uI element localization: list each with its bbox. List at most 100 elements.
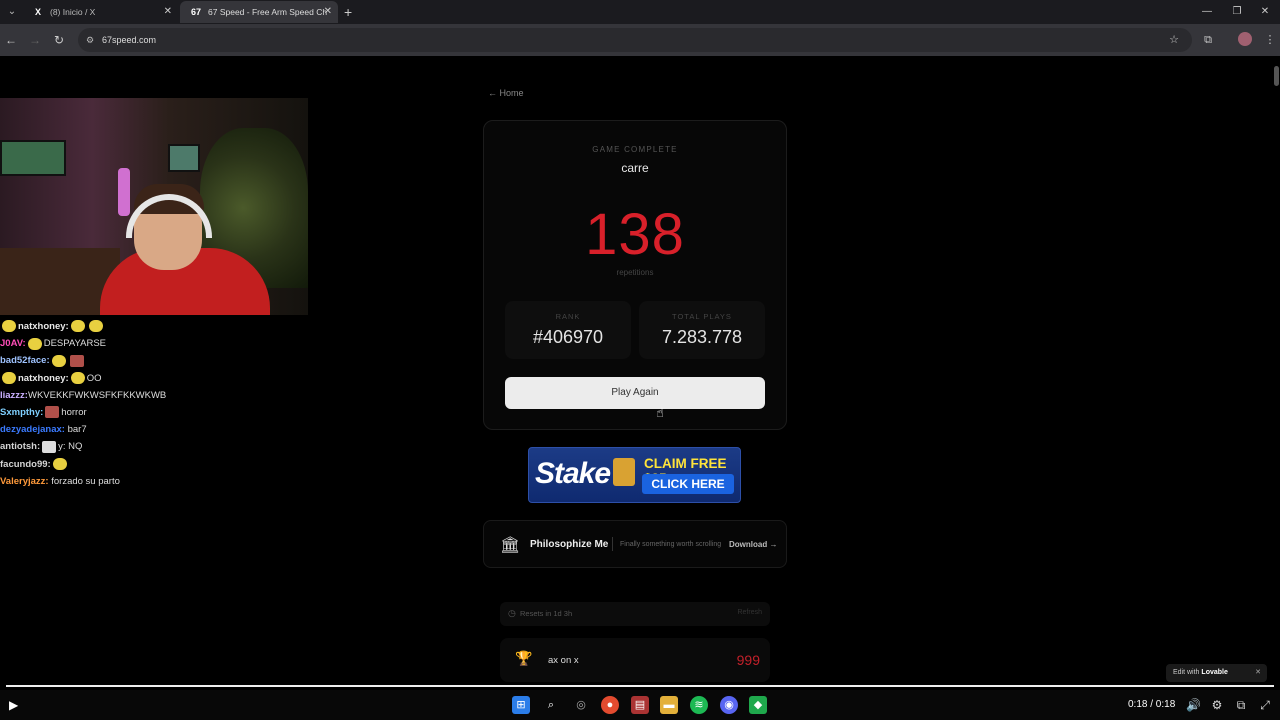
67speed-favicon-icon: 67: [190, 7, 201, 17]
chat-user: dezyadejanax:: [0, 424, 65, 436]
total-plays-value: 7.283.778: [661, 327, 743, 347]
philosophize-promo[interactable]: 🏛 Philosophize Me Finally something wort…: [483, 520, 787, 568]
total-plays-stat: TOTAL PLAYS 7.283.778: [639, 301, 765, 359]
miniplayer-icon[interactable]: ⧉: [1234, 698, 1248, 712]
minimize-icon[interactable]: —: [1192, 0, 1222, 24]
app-icon[interactable]: ◆: [749, 696, 767, 714]
play-icon[interactable]: ▶: [9, 698, 18, 712]
chat-line: bad52face:: [0, 352, 320, 369]
new-tab-icon[interactable]: +: [344, 1, 352, 23]
emote-icon: [51, 354, 66, 367]
tab-x-home[interactable]: X (8) Inicio / X ✕: [22, 1, 178, 23]
tab-67speed[interactable]: 67 67 Speed - Free Arm Speed Ch ✕: [180, 1, 338, 23]
score-value: 138: [585, 202, 685, 267]
page-viewport: natxhoney: J0AV: DESPAYARSE bad52face: na…: [0, 56, 1280, 688]
bookmark-star-icon[interactable]: ☆: [1166, 32, 1182, 48]
trophy-icon: 🏆: [515, 650, 533, 666]
leaderboard-score: 999: [736, 652, 760, 668]
fullscreen-icon[interactable]: ⤢: [1258, 698, 1272, 712]
url-field[interactable]: ⚙ 67speed.com: [78, 28, 1192, 52]
emote-icon: [2, 320, 16, 333]
edit-with-lovable-badge[interactable]: Edit with Lovable ✕: [1166, 664, 1267, 682]
score-unit: repetitions: [616, 268, 654, 277]
chat-line: liazzz:WKVEKKFWKWSFKFKKWKWB: [0, 387, 320, 404]
windows-start-icon[interactable]: ⊞: [512, 696, 530, 714]
webcam-tv-right: [168, 144, 200, 172]
leaderboard-player-name: ax on x: [548, 655, 579, 666]
x-logo-icon: X: [34, 7, 41, 17]
emote-icon: [52, 457, 67, 470]
museum-icon: 🏛: [500, 537, 521, 554]
chat-message: OO: [86, 372, 102, 384]
app-icon[interactable]: ◎: [572, 696, 590, 714]
leaderboard-row: 🏆 ax on x 999: [500, 638, 770, 682]
browser-tab-bar: ⌄ X (8) Inicio / X ✕ 67 67 Speed - Free …: [0, 0, 1280, 24]
spotify-icon[interactable]: ≋: [690, 696, 708, 714]
emote-icon: [70, 320, 85, 333]
promo-download-link[interactable]: Download →: [729, 540, 777, 549]
page-scrollbar[interactable]: [1274, 66, 1279, 86]
chrome-icon[interactable]: ●: [601, 696, 619, 714]
folder-icon[interactable]: ▬: [660, 696, 678, 714]
home-back-link[interactable]: ← Home: [488, 88, 524, 98]
emote-icon: [42, 440, 57, 453]
emote-icon: [69, 354, 84, 367]
chat-message: WKVEKKFWKWSFKFKKWKWB: [27, 389, 167, 401]
site-info-icon[interactable]: ⚙: [86, 28, 94, 52]
forward-arrow-icon[interactable]: →: [27, 32, 43, 48]
emote-icon: [88, 320, 103, 333]
playback-time: 0:18 / 0:18: [1128, 699, 1176, 710]
profile-avatar[interactable]: [1238, 32, 1252, 46]
app-icon[interactable]: ▤: [631, 696, 649, 714]
chat-line: Valeryjazz: forzado su parto: [0, 473, 320, 490]
chat-message: DESPAYARSE: [43, 338, 107, 350]
play-again-button[interactable]: Play Again: [505, 377, 765, 409]
gift-icon: [613, 458, 635, 486]
search-icon[interactable]: ⌕: [542, 696, 560, 714]
tab-label: (8) Inicio / X: [50, 7, 96, 17]
close-window-icon[interactable]: ✕: [1250, 0, 1280, 24]
ad-click-here-button[interactable]: CLICK HERE: [642, 474, 734, 494]
close-tab-icon[interactable]: ✕: [164, 1, 172, 23]
chat-user: liazzz:: [0, 389, 28, 401]
hand-cursor-icon: ☝: [656, 405, 664, 420]
chat-user: J0AV:: [0, 338, 26, 350]
chat-line: J0AV: DESPAYARSE: [0, 335, 320, 352]
chat-user: Sxmpthy:: [0, 406, 44, 418]
clock-icon: ◷: [508, 608, 516, 618]
rank-stat: RANK #406970: [505, 301, 631, 359]
stake-logo: Stake: [535, 457, 611, 490]
discord-icon[interactable]: ◉: [720, 696, 738, 714]
chat-user: Valeryjazz:: [0, 475, 49, 487]
webcam-tv-left: [0, 140, 66, 176]
webcam-overlay: [0, 98, 308, 315]
volume-icon[interactable]: 🔊: [1186, 698, 1201, 712]
tab-search-chevron-icon[interactable]: ⌄: [4, 4, 20, 20]
chat-user: facundo99:: [0, 458, 51, 470]
chat-message: bar7: [67, 424, 87, 436]
chat-user: antiotsh:: [0, 441, 41, 453]
promo-tagline: Finally something worth scrolling: [620, 541, 722, 548]
chat-message: y: NQ: [58, 441, 83, 453]
back-arrow-icon[interactable]: ←: [3, 32, 19, 48]
chat-message: forzado su parto: [51, 475, 120, 487]
reload-icon[interactable]: ↻: [51, 32, 67, 48]
refresh-button[interactable]: Refresh: [737, 609, 762, 616]
chat-user: natxhoney:: [18, 321, 69, 332]
extensions-icon[interactable]: ⧉: [1200, 32, 1216, 48]
tab-label: 67 Speed - Free Arm Speed Ch: [208, 7, 328, 17]
settings-icon[interactable]: ⚙: [1210, 698, 1224, 712]
stake-ad-banner[interactable]: Stake CLAIM FREE $35 CLICK HERE: [528, 447, 741, 503]
close-badge-icon[interactable]: ✕: [1255, 664, 1261, 682]
chat-message: horror: [61, 406, 87, 418]
chat-line: natxhoney: OO: [0, 370, 320, 387]
player-controls: ▶ ⊞ ⌕ ◎ ● ▤ ▬ ≋ ◉ ◆ 0:18 / 0:18 🔊 ⚙ ⧉ ⤢: [0, 690, 1280, 720]
maximize-icon[interactable]: ❐: [1222, 0, 1252, 24]
video-progress-bar[interactable]: [6, 685, 1274, 687]
close-tab-icon[interactable]: ✕: [324, 1, 332, 23]
promo-title: Philosophize Me: [530, 539, 609, 550]
emote-icon: [2, 372, 16, 385]
browser-menu-icon[interactable]: ⋮: [1262, 32, 1278, 48]
url-text: 67speed.com: [102, 35, 157, 45]
chat-line: natxhoney:: [0, 318, 320, 335]
